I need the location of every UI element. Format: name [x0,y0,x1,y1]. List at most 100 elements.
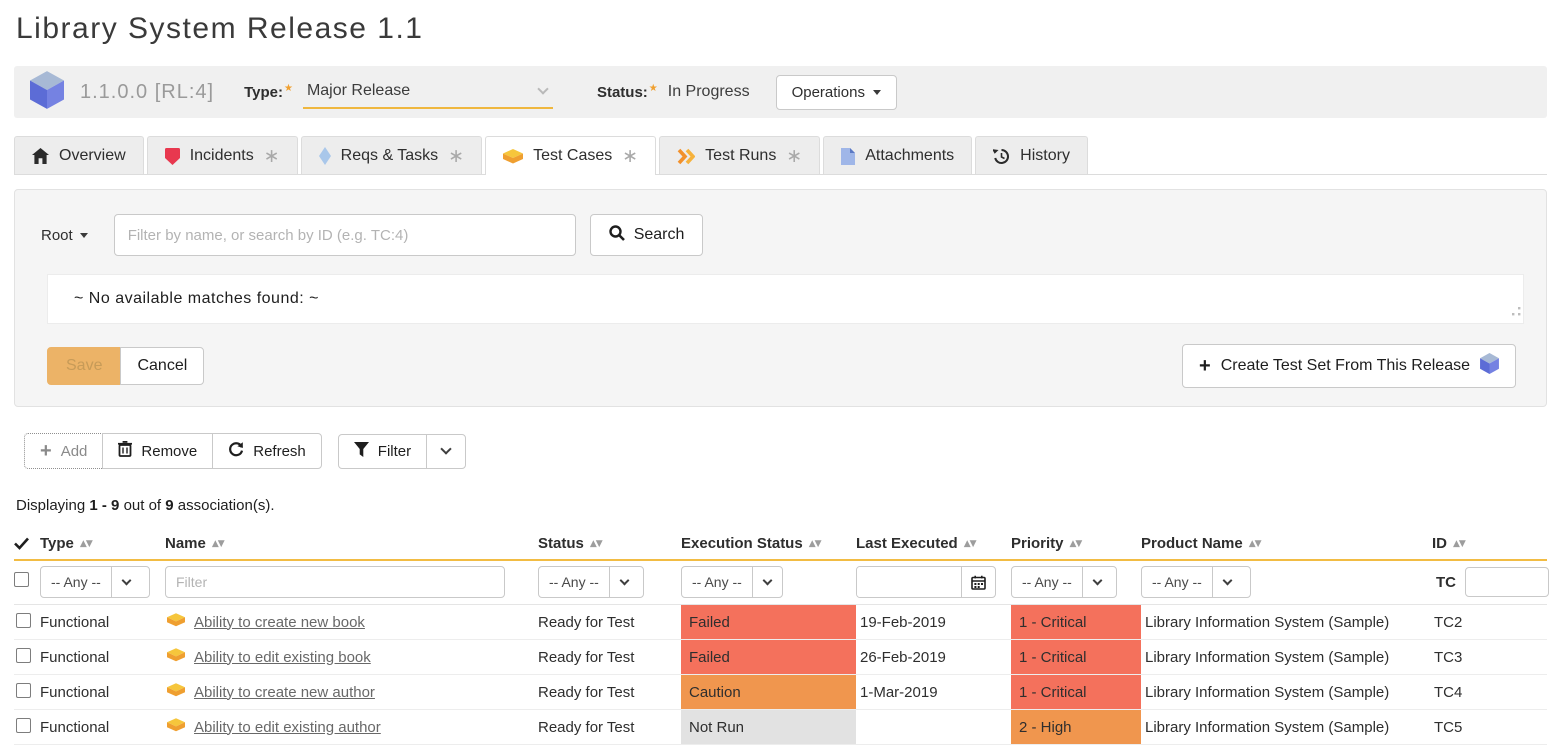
column-header-last-executed: Last Executed▲▼ [856,535,1011,552]
unsaved-marker-icon: ∗ [786,151,802,161]
sort-arrows-icon[interactable]: ▲▼ [212,539,224,549]
row-checkbox[interactable] [16,718,31,733]
tab-bar: Overview Incidents ∗ Reqs & Tasks ∗ Test… [14,136,1547,175]
priority-filter-select[interactable]: -- Any -- [1011,566,1117,598]
sort-arrows-icon[interactable]: ▲▼ [1070,539,1082,549]
sort-arrows-icon[interactable]: ▲▼ [809,539,821,549]
chevron-down-icon [537,83,548,94]
column-header-product-name: Product Name▲▼ [1141,535,1432,552]
status-filter-select[interactable]: -- Any -- [538,566,644,598]
test-case-icon [167,613,185,631]
row-checkbox[interactable] [16,613,31,628]
search-input[interactable] [114,214,576,256]
column-header-execution-status: Execution Status▲▼ [681,535,856,552]
release-header-bar: 1.1.0.0 [RL:4] Type:★ Major Release Stat… [14,66,1547,118]
sort-arrows-icon[interactable]: ▲▼ [80,539,92,549]
test-case-link[interactable]: Ability to create new author [194,684,375,701]
status-cell: Ready for Test [538,649,681,666]
history-clock-icon [993,148,1010,165]
sort-arrows-icon[interactable]: ▲▼ [1453,539,1465,549]
product-name-filter-select[interactable]: -- Any -- [1141,566,1251,598]
column-header-type: Type▲▼ [40,535,165,552]
grid-toolbar: + Add Remove Refresh Filter [24,433,1547,469]
select-all-checkbox[interactable] [14,572,29,587]
cancel-button[interactable]: Cancel [120,347,204,385]
tab-incidents[interactable]: Incidents ∗ [147,136,298,174]
checkmark-icon [14,537,29,550]
sort-arrows-icon[interactable]: ▲▼ [590,539,602,549]
row-checkbox[interactable] [16,648,31,663]
execution-status-filter-select[interactable]: -- Any -- [681,566,783,598]
sort-arrows-icon[interactable]: ▲▼ [964,539,976,549]
association-panel: Root Search ~ No available matches found… [14,189,1547,407]
tab-reqs-tasks[interactable]: Reqs & Tasks ∗ [301,136,482,174]
unsaved-marker-icon: ∗ [264,151,280,161]
test-case-link[interactable]: Ability to edit existing book [194,649,371,666]
matches-result-box: ~ No available matches found: ~ [47,274,1524,324]
tab-test-runs[interactable]: Test Runs ∗ [659,136,820,174]
product-name-cell: Library Information System (Sample) [1141,684,1432,701]
last-executed-cell: 19-Feb-2019 [856,614,1011,631]
tab-attachments[interactable]: Attachments [823,136,972,174]
operations-button[interactable]: Operations [776,75,897,110]
tab-overview[interactable]: Overview [14,136,144,174]
root-dropdown[interactable]: Root [41,227,88,244]
save-button[interactable]: Save [47,347,121,385]
unsaved-marker-icon: ∗ [622,151,638,161]
date-filter-input[interactable] [857,567,961,597]
resize-grip[interactable] [1511,303,1521,321]
id-filter-input[interactable] [1465,567,1549,597]
trash-icon [118,441,132,461]
remove-button[interactable]: Remove [102,433,213,469]
required-star-icon: ★ [649,83,658,94]
table-filter-row: -- Any -- -- Any -- -- Any -- -- Any -- … [14,561,1547,605]
type-filter-select[interactable]: -- Any -- [40,566,150,598]
id-cell: TC2 [1432,614,1547,631]
test-case-link[interactable]: Ability to create new book [194,614,365,631]
table-row: Functional Ability to create new author … [14,675,1547,710]
release-version: 1.1.0.0 [RL:4] [80,81,214,104]
status-cell: Ready for Test [538,684,681,701]
type-value: Major Release [307,82,410,100]
search-button[interactable]: Search [590,214,704,256]
filter-funnel-icon [354,442,369,461]
table-rows: Functional Ability to create new book Re… [14,605,1547,745]
search-icon [609,225,625,246]
type-cell: Functional [40,719,165,736]
row-checkbox[interactable] [16,683,31,698]
name-filter-input[interactable] [165,566,505,598]
create-test-set-button[interactable]: + Create Test Set From This Release [1182,344,1516,388]
refresh-button[interactable]: Refresh [212,433,322,469]
calendar-icon[interactable] [961,567,995,597]
last-executed-cell: 1-Mar-2019 [856,684,1011,701]
last-executed-filter [856,566,996,598]
caret-down-icon [873,90,881,95]
status-value: In Progress [668,83,750,101]
chevron-down-icon [440,443,451,454]
column-header-id: ID▲▼ [1432,535,1547,552]
type-cell: Functional [40,649,165,666]
sort-arrows-icon[interactable]: ▲▼ [1249,539,1261,549]
incident-shield-icon [165,148,180,165]
execution-status-cell: Failed [681,640,856,674]
refresh-icon [228,441,244,461]
execution-status-cell: Not Run [681,710,856,744]
filter-button[interactable]: Filter [338,434,427,469]
add-button[interactable]: + Add [24,433,103,469]
tab-history[interactable]: History [975,136,1088,174]
product-name-cell: Library Information System (Sample) [1141,719,1432,736]
plus-icon: + [40,444,52,458]
tab-test-cases[interactable]: Test Cases ∗ [485,136,656,175]
select-all-check[interactable] [14,537,40,550]
test-case-icon [167,683,185,701]
test-case-link[interactable]: Ability to edit existing author [194,719,381,736]
type-dropdown[interactable]: Major Release [303,75,553,109]
plus-icon: + [1199,359,1211,373]
filter-menu-caret-button[interactable] [426,434,466,469]
home-icon [32,148,49,164]
test-case-icon [167,648,185,666]
required-star-icon: ★ [284,83,293,94]
column-header-status: Status▲▼ [538,535,681,552]
test-run-chevrons-icon [677,148,695,165]
execution-status-cell: Caution [681,675,856,709]
